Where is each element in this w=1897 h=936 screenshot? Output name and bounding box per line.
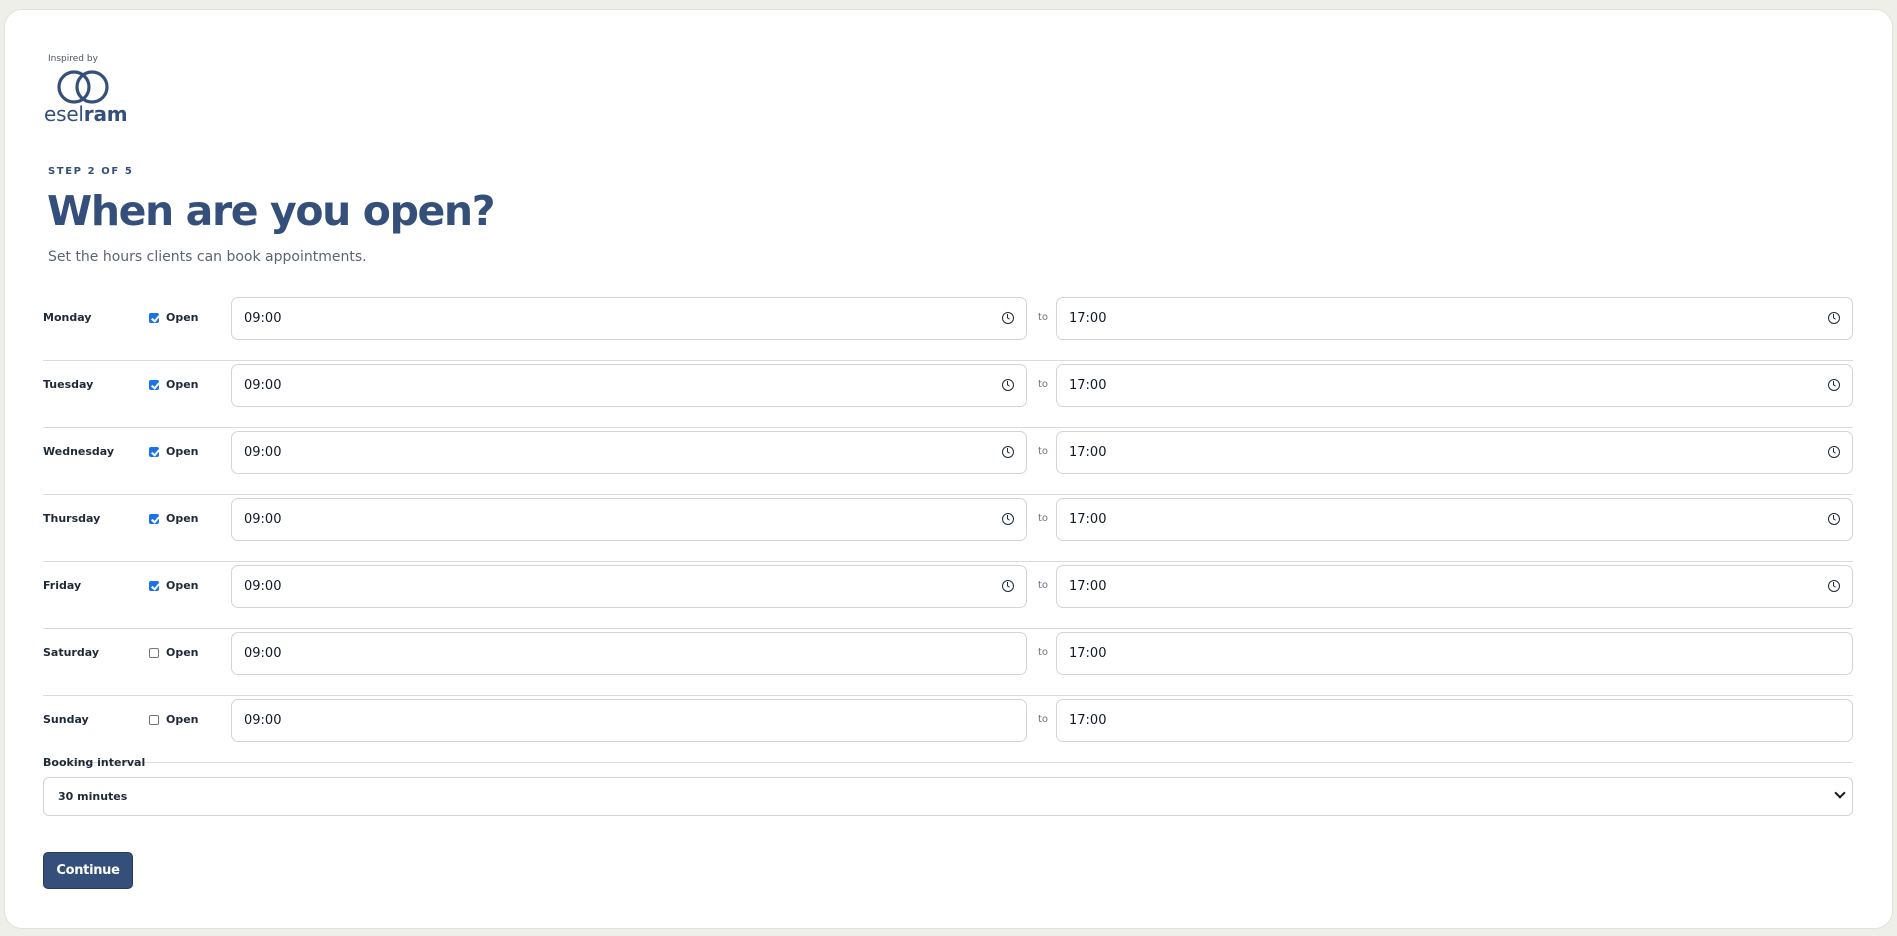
day-label: Saturday [43, 646, 99, 659]
to-separator: to [1038, 580, 1049, 591]
brand-wordmark: eselram [44, 103, 134, 125]
open-time-input[interactable]: 09:00 [231, 364, 1027, 407]
open-time-value: 09:00 [244, 646, 282, 661]
open-checkbox[interactable] [149, 714, 159, 725]
open-label: Open [166, 579, 199, 592]
schedule-row-wednesday: Wednesday Open 09:00 to 17:00 [43, 428, 1853, 495]
day-label: Monday [43, 311, 92, 324]
open-time-input[interactable]: 09:00 [231, 498, 1027, 541]
clock-icon[interactable] [1828, 312, 1840, 324]
schedule-row-sunday: Sunday Open 09:00 to 17:00 [43, 696, 1853, 763]
close-time-value: 17:00 [1069, 311, 1107, 326]
to-separator: to [1038, 714, 1049, 725]
open-checkbox[interactable] [149, 580, 159, 591]
clock-icon[interactable] [1002, 580, 1014, 592]
open-time-value: 09:00 [244, 512, 282, 527]
close-time-input[interactable]: 17:00 [1056, 297, 1853, 340]
day-label: Sunday [43, 713, 89, 726]
open-label: Open [166, 378, 199, 391]
schedule-row-tuesday: Tuesday Open 09:00 to 17:00 [43, 361, 1853, 428]
open-toggle[interactable]: Open [149, 646, 199, 659]
open-toggle[interactable]: Open [149, 579, 199, 592]
close-time-value: 17:00 [1069, 646, 1107, 661]
clock-icon[interactable] [1002, 312, 1014, 324]
schedule-list: Monday Open 09:00 to 17:00 Tuesday Open 09:00 to… [43, 294, 1853, 763]
close-time-input[interactable]: 17:00 [1056, 565, 1853, 608]
brand-name-bold: ram [83, 102, 128, 126]
day-label: Tuesday [43, 378, 94, 391]
chevron-down-icon [1834, 787, 1846, 799]
close-time-input[interactable]: 17:00 [1056, 699, 1853, 742]
open-time-input[interactable]: 09:00 [231, 431, 1027, 474]
clock-icon[interactable] [1002, 379, 1014, 391]
clock-icon[interactable] [1828, 379, 1840, 391]
close-time-input[interactable]: 17:00 [1056, 498, 1853, 541]
open-checkbox[interactable] [149, 647, 159, 658]
open-label: Open [166, 512, 199, 525]
step-indicator: STEP 2 OF 5 [48, 166, 134, 177]
to-separator: to [1038, 647, 1049, 658]
close-time-input[interactable]: 17:00 [1056, 632, 1853, 675]
close-time-value: 17:00 [1069, 512, 1107, 527]
booking-interval-select[interactable]: 30 minutes [43, 777, 1853, 816]
open-checkbox[interactable] [149, 379, 159, 390]
open-toggle[interactable]: Open [149, 713, 199, 726]
day-label: Friday [43, 579, 82, 592]
clock-icon[interactable] [1828, 580, 1840, 592]
booking-interval-value: 30 minutes [58, 790, 128, 803]
open-toggle[interactable]: Open [149, 512, 199, 525]
open-checkbox[interactable] [149, 513, 159, 524]
schedule-row-monday: Monday Open 09:00 to 17:00 [43, 294, 1853, 361]
clock-icon[interactable] [1002, 513, 1014, 525]
open-time-value: 09:00 [244, 579, 282, 594]
open-checkbox[interactable] [149, 312, 159, 323]
clock-icon[interactable] [1828, 446, 1840, 458]
booking-interval-label: Booking interval [43, 756, 146, 769]
schedule-row-saturday: Saturday Open 09:00 to 17:00 [43, 629, 1853, 696]
open-time-input[interactable]: 09:00 [231, 565, 1027, 608]
day-label: Wednesday [43, 445, 115, 458]
open-label: Open [166, 445, 199, 458]
open-time-value: 09:00 [244, 445, 282, 460]
page-title: When are you open? [47, 187, 496, 235]
brand-inspired-by: Inspired by [48, 54, 98, 64]
brand-name-light: esel [44, 102, 84, 126]
open-label: Open [166, 713, 199, 726]
open-toggle[interactable]: Open [149, 378, 199, 391]
open-time-value: 09:00 [244, 311, 282, 326]
close-time-input[interactable]: 17:00 [1056, 364, 1853, 407]
schedule-row-friday: Friday Open 09:00 to 17:00 [43, 562, 1853, 629]
continue-button[interactable]: Continue [43, 852, 133, 889]
clock-icon[interactable] [1002, 446, 1014, 458]
schedule-row-thursday: Thursday Open 09:00 to 17:00 [43, 495, 1853, 562]
page-subtitle: Set the hours clients can book appointme… [48, 249, 367, 265]
open-toggle[interactable]: Open [149, 311, 199, 324]
to-separator: to [1038, 513, 1049, 524]
day-label: Thursday [43, 512, 101, 525]
open-time-input[interactable]: 09:00 [231, 297, 1027, 340]
close-time-value: 17:00 [1069, 579, 1107, 594]
open-label: Open [166, 311, 199, 324]
close-time-input[interactable]: 17:00 [1056, 431, 1853, 474]
to-separator: to [1038, 312, 1049, 323]
close-time-value: 17:00 [1069, 378, 1107, 393]
clock-icon[interactable] [1828, 513, 1840, 525]
to-separator: to [1038, 379, 1049, 390]
open-time-value: 09:00 [244, 378, 282, 393]
open-checkbox[interactable] [149, 446, 159, 457]
open-time-input[interactable]: 09:00 [231, 699, 1027, 742]
to-separator: to [1038, 446, 1049, 457]
brand: Inspired by eselram [44, 54, 134, 125]
open-toggle[interactable]: Open [149, 445, 199, 458]
open-label: Open [166, 646, 199, 659]
interlocking-rings-icon [57, 70, 109, 104]
close-time-value: 17:00 [1069, 713, 1107, 728]
close-time-value: 17:00 [1069, 445, 1107, 460]
open-time-input[interactable]: 09:00 [231, 632, 1027, 675]
open-time-value: 09:00 [244, 713, 282, 728]
